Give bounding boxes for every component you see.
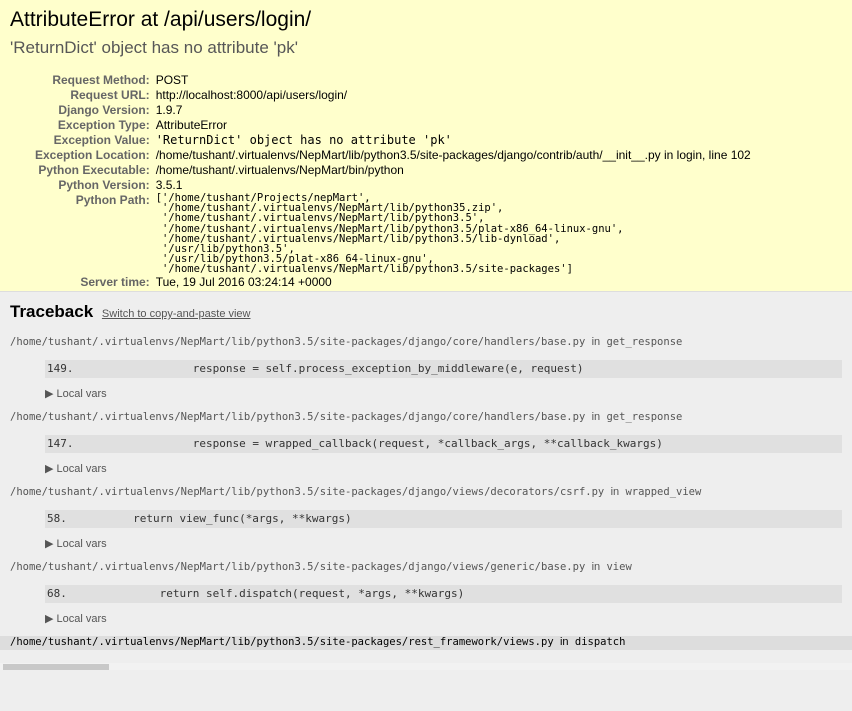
triangle-right-icon: ▶	[45, 388, 54, 400]
frame-in-label: in	[591, 336, 601, 348]
triangle-right-icon: ▶	[45, 538, 54, 550]
frame-file-path: /home/tushant/.virtualenvs/NepMart/lib/p…	[10, 486, 605, 498]
frame-in-label: in	[559, 636, 569, 648]
meta-value: 1.9.7	[155, 103, 183, 117]
code-text: response = self.process_exception_by_mid…	[86, 362, 584, 375]
meta-value: AttributeError	[155, 118, 228, 132]
local-vars-label: Local vars	[56, 613, 107, 625]
meta-label: Server time:	[80, 274, 150, 289]
frame-filename: /home/tushant/.virtualenvs/NepMart/lib/p…	[10, 561, 842, 575]
local-vars-label: Local vars	[56, 388, 107, 400]
meta-label: Request Method:	[52, 73, 150, 87]
meta-row: Exception Type: AttributeError	[35, 118, 751, 133]
meta-value: /home/tushant/.virtualenvs/NepMart/lib/p…	[155, 148, 751, 162]
frame-filename: /home/tushant/.virtualenvs/NepMart/lib/p…	[10, 486, 842, 500]
frame-function: wrapped_view	[625, 486, 702, 498]
meta-label: Request URL:	[70, 88, 150, 102]
frame-code-line[interactable]: 147. response = wrapped_callback(request…	[45, 435, 842, 453]
frame-code-line[interactable]: 68. return self.dispatch(request, *args,…	[45, 585, 842, 603]
frame-file-path: /home/tushant/.virtualenvs/NepMart/lib/p…	[10, 336, 586, 348]
frame-function: view	[606, 561, 632, 573]
local-vars-toggle[interactable]: ▶ Local vars	[45, 462, 842, 475]
meta-row: Exception Value: 'ReturnDict' object has …	[35, 133, 751, 148]
meta-value: 'ReturnDict' object has no attribute 'pk…	[155, 133, 452, 147]
page-title: AttributeError at /api/users/login/	[10, 8, 312, 31]
line-number: 147.	[47, 437, 74, 450]
local-vars-toggle[interactable]: ▶ Local vars	[45, 612, 842, 625]
code-text: return view_func(*args, **kwargs)	[80, 512, 352, 525]
traceback-frame: /home/tushant/.virtualenvs/NepMart/lib/p…	[10, 561, 842, 636]
frame-in-label: in	[610, 486, 620, 498]
meta-value: Tue, 19 Jul 2016 03:24:14 +0000	[155, 274, 332, 289]
meta-row: Python Executable: /home/tushant/.virtual…	[35, 163, 751, 178]
frame-file-path: /home/tushant/.virtualenvs/NepMart/lib/p…	[10, 636, 554, 648]
code-text: return self.dispatch(request, *args, **k…	[80, 587, 465, 600]
error-summary: AttributeError at /api/users/login/ 'Ret…	[0, 0, 852, 292]
traceback-heading: Traceback Switch to copy-and-paste view	[10, 302, 251, 322]
meta-label: Python Version:	[58, 178, 150, 192]
frame-filename: /home/tushant/.virtualenvs/NepMart/lib/p…	[10, 411, 842, 425]
meta-row: Exception Location: /home/tushant/.virtua…	[35, 148, 751, 163]
meta-row: Server time: Tue, 19 Jul 2016 03:24:14 +0…	[35, 275, 751, 290]
line-number: 68.	[47, 587, 67, 600]
frame-in-label: in	[591, 411, 601, 423]
meta-label: Exception Location:	[35, 148, 150, 162]
meta-row: Request URL: http://localhost:8000/api/us…	[35, 88, 751, 103]
meta-value: 3.5.1	[155, 178, 183, 192]
local-vars-label: Local vars	[56, 463, 107, 475]
local-vars-toggle[interactable]: ▶ Local vars	[45, 537, 842, 550]
frame-in-label: in	[591, 561, 601, 573]
traceback-section: Traceback Switch to copy-and-paste view …	[0, 292, 852, 711]
traceback-frame: /home/tushant/.virtualenvs/NepMart/lib/p…	[10, 486, 842, 561]
meta-label: Exception Value:	[53, 133, 150, 147]
meta-label: Django Version:	[58, 103, 150, 117]
scrollbar-thumb[interactable]	[3, 664, 109, 670]
frame-filename: /home/tushant/.virtualenvs/NepMart/lib/p…	[0, 636, 852, 650]
frame-function: get_response	[606, 411, 683, 423]
meta-value: /home/tushant/.virtualenvs/NepMart/bin/p…	[155, 163, 404, 177]
frame-code-line[interactable]: 149. response = self.process_exception_b…	[45, 360, 842, 378]
traceback-title: Traceback	[10, 302, 94, 321]
horizontal-scrollbar[interactable]	[0, 663, 852, 670]
meta-label: Exception Type:	[57, 118, 150, 132]
code-text: response = wrapped_callback(request, *ca…	[86, 437, 663, 450]
local-vars-toggle[interactable]: ▶ Local vars	[45, 387, 842, 400]
meta-row: Request Method: POST	[35, 73, 751, 88]
exception-value: 'ReturnDict' object has no attribute 'pk…	[10, 38, 298, 57]
meta-value: http://localhost:8000/api/users/login/	[155, 88, 348, 102]
traceback-frame: /home/tushant/.virtualenvs/NepMart/lib/p…	[10, 336, 842, 411]
frame-filename: /home/tushant/.virtualenvs/NepMart/lib/p…	[10, 336, 842, 350]
meta-label: Python Executable:	[38, 163, 150, 177]
meta-row: Python Version: 3.5.1	[35, 178, 751, 193]
meta-value: POST	[155, 73, 189, 87]
frame-file-path: /home/tushant/.virtualenvs/NepMart/lib/p…	[10, 561, 586, 573]
meta-row: Python Path: ['/home/tushant/Projects/nep…	[35, 193, 751, 275]
frame-function: get_response	[606, 336, 683, 348]
line-number: 149.	[47, 362, 74, 375]
meta-label: Python Path:	[75, 193, 150, 207]
request-meta-table: Request Method: POST Request URL: http://lo…	[35, 73, 751, 290]
meta-row: Django Version: 1.9.7	[35, 103, 751, 118]
triangle-right-icon: ▶	[45, 463, 54, 475]
frame-file-path: /home/tushant/.virtualenvs/NepMart/lib/p…	[10, 411, 586, 423]
triangle-right-icon: ▶	[45, 613, 54, 625]
line-number: 58.	[47, 512, 67, 525]
frame-code-line[interactable]: 58. return view_func(*args, **kwargs)	[45, 510, 842, 528]
copy-paste-view-link[interactable]: Switch to copy-and-paste view	[102, 308, 251, 320]
meta-value: ['/home/tushant/Projects/nepMart', '/hom…	[156, 193, 751, 275]
traceback-frame: /home/tushant/.virtualenvs/NepMart/lib/p…	[0, 636, 852, 711]
traceback-frame: /home/tushant/.virtualenvs/NepMart/lib/p…	[10, 411, 842, 486]
local-vars-label: Local vars	[56, 538, 107, 550]
python-path-value: ['/home/tushant/Projects/nepMart', '/hom…	[155, 192, 624, 276]
frame-function: dispatch	[574, 636, 626, 648]
